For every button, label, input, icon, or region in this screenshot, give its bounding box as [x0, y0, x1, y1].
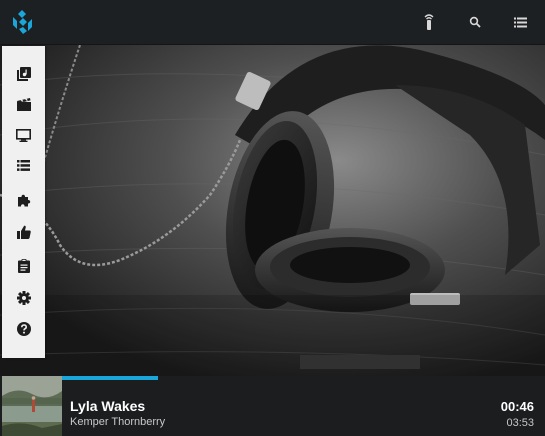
sidebar-item-help[interactable]: [2, 314, 45, 344]
sidebar-item-tasks[interactable]: [2, 251, 45, 281]
album-art-thumbnail[interactable]: [2, 376, 62, 436]
menu-icon[interactable]: [510, 12, 530, 32]
clipboard-icon: [17, 259, 30, 273]
background-fanart: [0, 45, 545, 376]
help-icon: [16, 322, 31, 336]
total-time: 03:53: [506, 417, 534, 429]
kodi-logo-icon[interactable]: [9, 9, 35, 35]
tv-shows-icon: [16, 128, 31, 142]
now-playing-bar: Lyla Wakes Kemper Thornberry 00:46 03:53: [0, 376, 545, 436]
music-library-icon: [16, 67, 31, 81]
song-title[interactable]: Lyla Wakes: [70, 398, 145, 414]
sidebar-item-movies[interactable]: [2, 89, 45, 119]
top-bar: [0, 0, 545, 45]
settings-icon: [16, 291, 31, 305]
sidebar-nav: [2, 46, 45, 358]
sidebar-item-music[interactable]: [2, 59, 45, 89]
remote-icon[interactable]: [419, 12, 439, 32]
sidebar-item-tv[interactable]: [2, 120, 45, 150]
sidebar-item-playlist[interactable]: [2, 150, 45, 180]
sidebar-item-addons[interactable]: [2, 185, 45, 215]
playlist-icon: [17, 159, 30, 171]
movies-icon: [16, 97, 31, 111]
sidebar-item-settings[interactable]: [2, 283, 45, 313]
progress-fill: [62, 376, 158, 380]
song-artist[interactable]: Kemper Thornberry: [70, 416, 165, 428]
sidebar-item-favourites[interactable]: [2, 217, 45, 247]
search-icon[interactable]: [465, 12, 485, 32]
current-time: 00:46: [500, 399, 534, 414]
addons-icon: [17, 194, 30, 207]
thumbs-up-icon: [16, 225, 31, 239]
progress-bar[interactable]: [62, 376, 545, 383]
